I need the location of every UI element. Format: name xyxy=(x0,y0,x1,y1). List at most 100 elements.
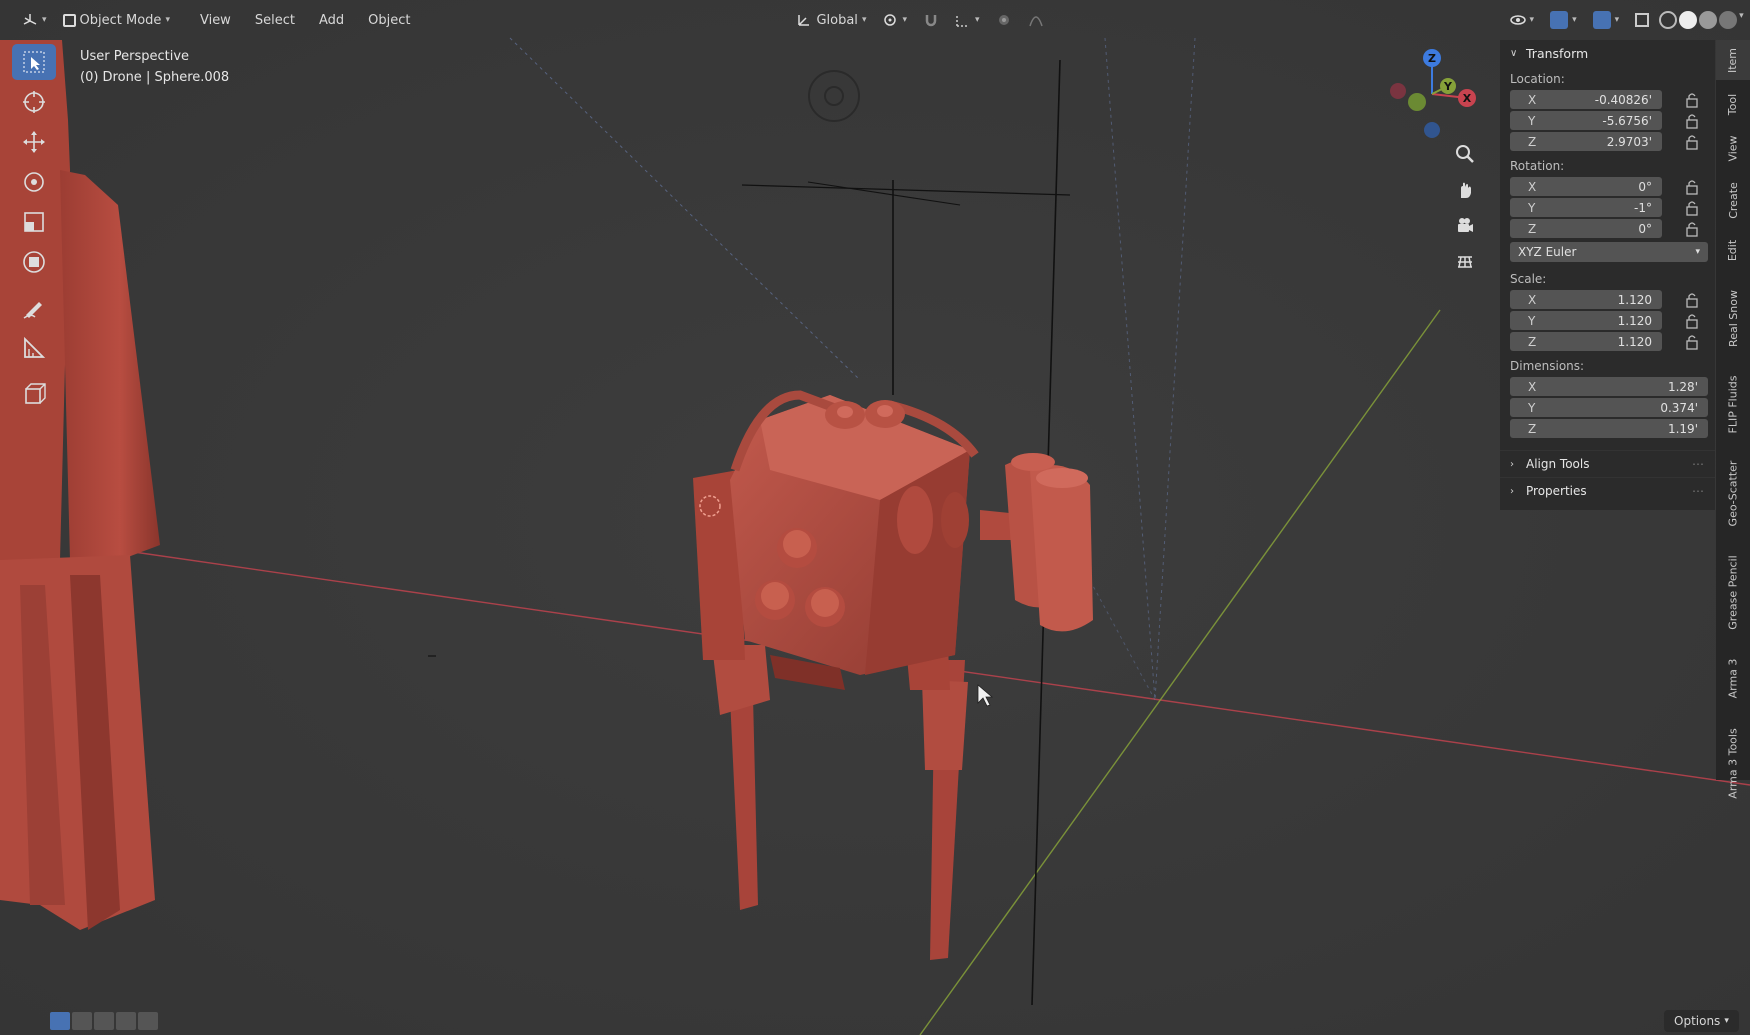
menu-object[interactable]: Object xyxy=(356,9,422,32)
cursor-tool[interactable] xyxy=(12,84,56,120)
options-dropdown[interactable]: Options ▾ xyxy=(1664,1010,1739,1032)
drag-handle-icon[interactable]: ⋯ xyxy=(1692,484,1705,498)
tab-arma-3[interactable]: Arma 3 xyxy=(1716,648,1750,708)
chevron-down-icon[interactable]: ▾ xyxy=(1739,11,1744,29)
mode-select[interactable]: Object Mode ▾ xyxy=(55,9,178,32)
rotation-mode-select[interactable]: XYZ Euler ▾ xyxy=(1510,242,1708,262)
solid-shading-icon[interactable] xyxy=(1679,11,1698,29)
select-invert-icon[interactable] xyxy=(116,1012,136,1030)
location-y-field[interactable]: Y -5.6756' xyxy=(1510,111,1662,130)
chevron-down-icon: ▾ xyxy=(1724,1016,1729,1026)
overlays-toggle[interactable]: ▾ xyxy=(1585,7,1628,33)
material-shading-icon[interactable] xyxy=(1699,11,1718,29)
lock-icon[interactable] xyxy=(1684,221,1702,237)
tool-shelf xyxy=(12,44,56,412)
move-tool[interactable] xyxy=(12,124,56,160)
pan-button[interactable] xyxy=(1448,176,1482,204)
rotation-y-field[interactable]: Y -1° xyxy=(1510,198,1662,217)
lock-icon[interactable] xyxy=(1684,334,1702,350)
lock-icon[interactable] xyxy=(1684,200,1702,216)
lock-icon[interactable] xyxy=(1684,134,1702,150)
tab-grease-pencil[interactable]: Grease Pencil xyxy=(1716,542,1750,642)
dimensions-x-row: X 1.28' xyxy=(1510,377,1715,396)
scale-x-field[interactable]: X 1.120 xyxy=(1510,290,1662,309)
rotation-x-row: X 0° xyxy=(1510,177,1715,196)
menu-add[interactable]: Add xyxy=(307,9,356,32)
chevron-down-icon: ▾ xyxy=(1614,15,1620,25)
snap-toggle[interactable] xyxy=(915,8,947,32)
rotation-z-field[interactable]: Z 0° xyxy=(1510,219,1662,238)
dimensions-y-field[interactable]: Y 0.374' xyxy=(1510,398,1708,417)
gizmo-toggle[interactable]: ▾ xyxy=(1542,7,1585,33)
proportional-editing-toggle[interactable] xyxy=(988,8,1020,32)
scale-z-field[interactable]: Z 1.120 xyxy=(1510,332,1662,351)
dimensions-z-field[interactable]: Z 1.19' xyxy=(1510,419,1708,438)
tab-view[interactable]: View xyxy=(1716,128,1750,168)
select-mode-group xyxy=(50,1012,158,1030)
location-label: Location: xyxy=(1510,72,1565,86)
chevron-down-icon: ▾ xyxy=(1572,15,1577,25)
magnifier-icon xyxy=(1456,145,1474,163)
dimensions-label: Dimensions: xyxy=(1510,359,1585,373)
snap-target-button[interactable]: ▾ xyxy=(947,8,988,32)
menu-view[interactable]: View xyxy=(188,9,243,32)
lock-icon[interactable] xyxy=(1684,179,1702,195)
camera-view-button[interactable] xyxy=(1448,212,1482,240)
scale-y-field[interactable]: Y 1.120 xyxy=(1510,311,1662,330)
annotate-tool[interactable] xyxy=(12,290,56,326)
select-box-tool[interactable] xyxy=(12,44,56,80)
wireframe-shading-icon[interactable] xyxy=(1659,11,1678,29)
tab-tool[interactable]: Tool xyxy=(1716,84,1750,124)
measure-tool[interactable] xyxy=(12,330,56,366)
lock-icon[interactable] xyxy=(1684,313,1702,329)
rotation-z-row: Z 0° xyxy=(1510,219,1715,238)
xray-toggle[interactable] xyxy=(1627,9,1657,31)
select-new-icon[interactable] xyxy=(50,1012,70,1030)
visibility-button[interactable]: ▾ xyxy=(1502,8,1543,32)
lock-icon[interactable] xyxy=(1684,292,1702,308)
editor-type-button[interactable]: ▾ xyxy=(14,8,55,32)
tab-flip-fluids[interactable]: FLIP Fluids xyxy=(1716,364,1750,444)
navigation-gizmo[interactable]: Z X Y xyxy=(1378,44,1496,144)
drag-handle-icon[interactable]: ⋯ xyxy=(1692,457,1705,471)
pivot-point-button[interactable]: ▾ xyxy=(874,8,915,32)
transform-orientation-select[interactable]: Global ▾ xyxy=(788,8,874,32)
perspective-toggle-button[interactable] xyxy=(1448,248,1482,276)
tab-item[interactable]: Item xyxy=(1716,40,1750,80)
align-tools-panel-header[interactable]: › Align Tools ⋯ xyxy=(1500,450,1715,477)
crosshair-icon xyxy=(23,91,45,113)
tab-geo-scatter[interactable]: Geo-Scatter xyxy=(1716,450,1750,536)
tab-edit[interactable]: Edit xyxy=(1716,230,1750,270)
falloff-button[interactable] xyxy=(1020,8,1052,32)
location-x-field[interactable]: X -0.40826' xyxy=(1510,90,1662,109)
tab-arma-3-tools[interactable]: Arma 3 Tools xyxy=(1716,716,1750,810)
location-z-field[interactable]: Z 2.9703' xyxy=(1510,132,1662,151)
rotate-tool[interactable] xyxy=(12,164,56,200)
rotation-x-field[interactable]: X 0° xyxy=(1510,177,1662,196)
menu-select[interactable]: Select xyxy=(243,9,307,32)
3d-viewport[interactable] xyxy=(0,0,1750,1035)
zoom-button[interactable] xyxy=(1448,140,1482,168)
select-subtract-icon[interactable] xyxy=(94,1012,114,1030)
select-intersect-icon[interactable] xyxy=(138,1012,158,1030)
select-extend-icon[interactable] xyxy=(72,1012,92,1030)
transform-panel-header[interactable]: ∨ Transform xyxy=(1500,40,1715,66)
overlays-icon xyxy=(1592,11,1611,29)
rendered-shading-icon[interactable] xyxy=(1719,11,1738,29)
scale-tool[interactable] xyxy=(12,204,56,240)
properties-panel-header[interactable]: › Properties ⋯ xyxy=(1500,477,1715,504)
viewport-header: ▾ Object Mode ▾ View Select Add Object G… xyxy=(0,0,1750,40)
eye-icon xyxy=(1509,15,1526,25)
location-z-row: Z 2.9703' xyxy=(1510,132,1715,151)
tab-real-snow[interactable]: Real Snow xyxy=(1716,280,1750,356)
falloff-curve-icon xyxy=(1028,16,1043,27)
transform-tool[interactable] xyxy=(12,244,56,280)
tab-create[interactable]: Create xyxy=(1716,174,1750,226)
dimensions-x-field[interactable]: X 1.28' xyxy=(1510,377,1708,396)
view-name: User Perspective xyxy=(80,49,190,64)
gizmo-y-label: Y xyxy=(1443,80,1453,93)
add-cube-tool[interactable] xyxy=(12,376,56,412)
gizmo-z-label: Z xyxy=(1428,52,1436,65)
lock-icon[interactable] xyxy=(1684,113,1702,129)
lock-icon[interactable] xyxy=(1684,92,1702,108)
